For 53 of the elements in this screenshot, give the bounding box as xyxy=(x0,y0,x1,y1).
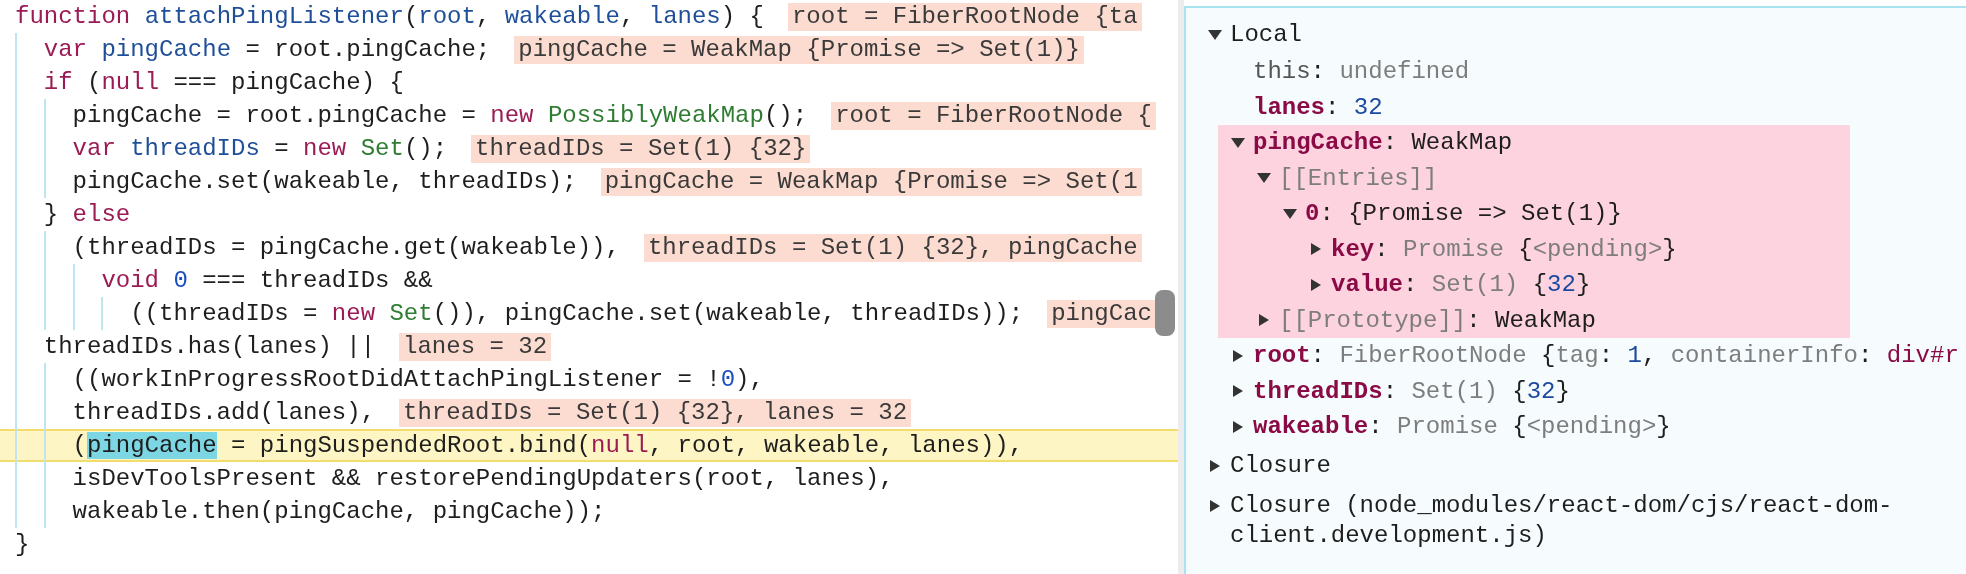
disclosure-triangle-icon[interactable] xyxy=(1208,499,1222,512)
disclosure-triangle-icon[interactable] xyxy=(1257,172,1271,185)
disclosure-triangle-icon[interactable] xyxy=(1257,314,1271,327)
inline-value: lanes = 32 xyxy=(399,332,552,361)
code-text: } xyxy=(15,530,30,560)
code-text: threadIDs.has(lanes) || xyxy=(43,332,376,362)
scope-section-label[interactable]: Local xyxy=(1230,20,1302,50)
code-text: (pingCache = pingSuspendedRoot.bind(null, root, wakeable, lanes)), xyxy=(72,431,1024,461)
disclosure-triangle-icon[interactable] xyxy=(1208,459,1222,472)
code-text: wakeable.then(pingCache, pingCache)); xyxy=(72,497,606,527)
scope-variable: pingCache: WeakMap xyxy=(1253,129,1513,157)
inline-value: threadIDs = Set(1) {32} xyxy=(471,134,811,163)
disclosure-triangle-icon[interactable] xyxy=(1283,207,1297,220)
disclosure-triangle-icon[interactable] xyxy=(1309,243,1323,256)
inline-value: root = FiberRootNode {ta xyxy=(787,2,1142,31)
disclosure-triangle-icon[interactable] xyxy=(1309,278,1323,291)
code-text: pingCache = root.pingCache = new PossiblyWeakMap(); xyxy=(72,101,808,131)
scope-variable: root: FiberRootNode {tag: 1, containerInfo: div#r xyxy=(1253,342,1959,370)
code-text: var threadIDs = new Set(); xyxy=(72,134,448,164)
scope-variable: key: Promise {<pending>} xyxy=(1331,235,1677,263)
code-text: isDevToolsPresent && restorePendingUpdaters(root, lanes), xyxy=(72,464,894,494)
scope-section-label[interactable]: Closure (node_modules/react-dom/cjs/react-dom-client.development.js) xyxy=(1230,490,1906,551)
inline-value: pingCache = WeakMap {Promise => Set(1)} xyxy=(514,35,1084,64)
disclosure-triangle-icon[interactable] xyxy=(1231,385,1245,398)
code-text: var pingCache = root.pingCache; xyxy=(43,35,491,65)
scope-variable: wakeable: Promise {<pending>} xyxy=(1253,413,1671,441)
code-text: threadIDs.add(lanes), xyxy=(72,398,376,428)
inline-value: pingCac xyxy=(1047,299,1156,328)
disclosure-triangle-icon[interactable] xyxy=(1208,29,1222,41)
inline-value: root = FiberRootNode { xyxy=(831,101,1156,130)
code-text: function attachPingListener(root, wakeable, lanes) { xyxy=(15,2,764,32)
scope-section-label[interactable]: Closure xyxy=(1230,450,1331,481)
code-text: ((threadIDs = new Set()), pingCache.set(wakeable, threadIDs)); xyxy=(130,299,1024,329)
code-text: (threadIDs = pingCache.get(wakeable)), xyxy=(72,233,620,263)
inline-value: pingCache = WeakMap {Promise => Set(1 xyxy=(600,167,1142,196)
scope-variable: this: undefined xyxy=(1253,58,1470,86)
disclosure-triangle-icon[interactable] xyxy=(1231,349,1245,362)
code-text: } else xyxy=(43,200,131,230)
inline-value: threadIDs = Set(1) {32}, pingCache xyxy=(643,233,1142,262)
scope-variable: 0: {Promise => Set(1)} xyxy=(1305,200,1622,228)
disclosure-triangle-icon[interactable] xyxy=(1231,136,1245,149)
disclosure-triangle-icon[interactable] xyxy=(1231,420,1245,433)
scope-variable: threadIDs: Set(1) {32} xyxy=(1253,377,1570,405)
code-text: void 0 === threadIDs && xyxy=(101,266,433,296)
scope-variable: [[Entries]] xyxy=(1279,164,1438,192)
code-text: if (null === pingCache) { xyxy=(43,68,404,98)
code-text: pingCache.set(wakeable, threadIDs); xyxy=(72,167,577,197)
code-text: ((workInProgressRootDidAttachPingListener = !0), xyxy=(72,365,764,395)
inline-value: threadIDs = Set(1) {32}, lanes = 32 xyxy=(399,398,912,427)
scope-variable: lanes: 32 xyxy=(1253,93,1383,121)
scrollbar-thumb[interactable] xyxy=(1155,290,1175,336)
scope-variable: [[Prototype]]: WeakMap xyxy=(1279,306,1596,334)
scope-variable: value: Set(1) {32} xyxy=(1331,271,1591,299)
